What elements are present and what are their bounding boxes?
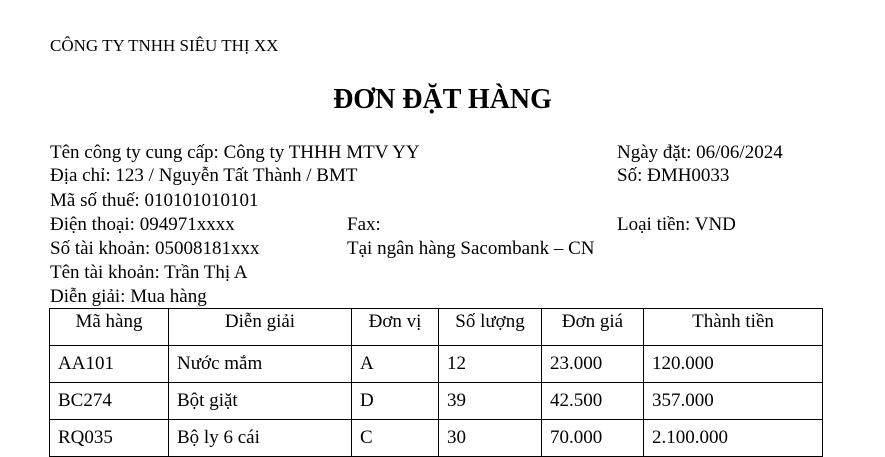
item-description-cell: Bộ ly 6 cái	[168, 419, 352, 457]
phone-number: Điện thoại: 094971xxxx	[50, 214, 235, 235]
table-row: BC274 Bột giặt D 39 42.500 357.000	[49, 382, 823, 420]
account-name: Tên tài khoản: Trần Thị A	[50, 262, 248, 283]
table-row: AA101 Nước mắm A 12 23.000 120.000	[49, 345, 823, 383]
item-quantity-cell: 30	[438, 419, 542, 457]
item-description-cell: Nước mắm	[168, 345, 352, 383]
item-code-cell: RQ035	[49, 419, 169, 457]
column-header-unit-price: Đơn giá	[541, 308, 644, 346]
tax-code: Mã số thuế: 010101010101	[50, 190, 259, 211]
column-header-description: Diễn giải	[168, 308, 352, 346]
item-code-cell: BC274	[49, 382, 169, 420]
company-name: CÔNG TY TNHH SIÊU THỊ XX	[50, 36, 279, 55]
column-header-amount: Thành tiền	[643, 308, 823, 346]
document-title: ĐƠN ĐẶT HÀNG	[333, 84, 552, 115]
item-amount-cell: 2.100.000	[643, 419, 823, 457]
item-unit-price-cell: 42.500	[541, 382, 644, 420]
column-header-unit: Đơn vị	[351, 308, 439, 346]
column-header-item-code: Mã hàng	[49, 308, 169, 346]
item-unit-cell: A	[351, 345, 439, 383]
item-unit-price-cell: 23.000	[541, 345, 644, 383]
order-number: Số: ĐMH0033	[617, 165, 730, 186]
supplier-name: Tên công ty cung cấp: Công ty THHH MTV Y…	[50, 142, 420, 163]
item-amount-cell: 357.000	[643, 382, 823, 420]
item-description-cell: Bột giặt	[168, 382, 352, 420]
column-header-quantity: Số lượng	[438, 308, 542, 346]
order-items-table: Mã hàng Diễn giải Đơn vị Số lượng Đơn gi…	[49, 308, 823, 457]
fax-number: Fax:	[347, 214, 381, 235]
account-number: Số tài khoản: 05008181xxx	[50, 238, 260, 259]
item-amount-cell: 120.000	[643, 345, 823, 383]
table-row: RQ035 Bộ ly 6 cái C 30 70.000 2.100.000	[49, 419, 823, 457]
item-quantity-cell: 39	[438, 382, 542, 420]
item-quantity-cell: 12	[438, 345, 542, 383]
item-unit-cell: C	[351, 419, 439, 457]
item-code-cell: AA101	[49, 345, 169, 383]
item-unit-cell: D	[351, 382, 439, 420]
item-unit-price-cell: 70.000	[541, 419, 644, 457]
order-description: Diễn giải: Mua hàng	[50, 286, 207, 307]
bank-name: Tại ngân hàng Sacombank – CN	[347, 238, 595, 259]
supplier-address: Địa chỉ: 123 / Nguyễn Tất Thành / BMT	[50, 165, 358, 186]
currency-type: Loại tiền: VND	[617, 214, 736, 235]
table-header-row: Mã hàng Diễn giải Đơn vị Số lượng Đơn gi…	[49, 308, 823, 346]
order-date: Ngày đặt: 06/06/2024	[617, 142, 783, 163]
